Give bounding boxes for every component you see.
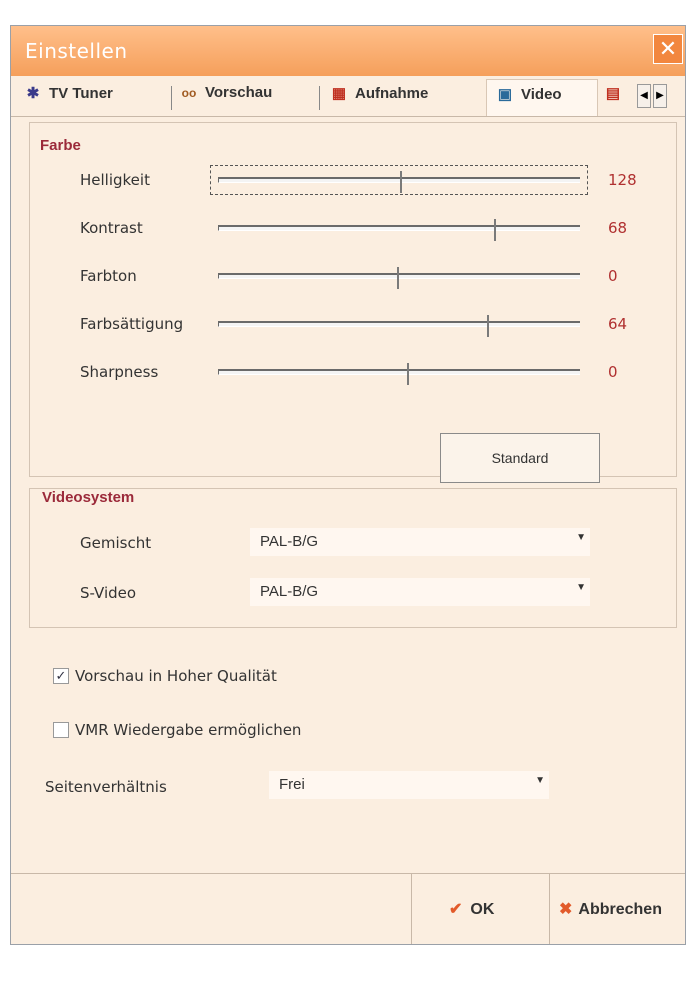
tab-more[interactable]: ▤ — [603, 84, 629, 112]
tab-bar: ✱ TV Tuner oo Vorschau ▦ Aufnahme ▣ Video ▤ … — [11, 76, 685, 117]
tab-tv-tuner[interactable]: ✱ TV Tuner — [23, 84, 113, 112]
cancel-button[interactable]: ✖ Abbrechen — [559, 899, 662, 919]
film-icon: ▦ — [331, 85, 347, 102]
svideo-value: PAL-B/G — [260, 583, 319, 600]
svideo-select[interactable]: PAL-B/G ▼ — [250, 578, 590, 606]
title-bar[interactable]: Einstellen ✕ — [11, 26, 685, 76]
footer-separator — [411, 874, 412, 944]
slider-label-sharpness: Sharpness — [80, 363, 159, 381]
hue-slider[interactable] — [218, 267, 580, 289]
slider-label-saturation: Farbsättigung — [80, 315, 184, 333]
sharpness-slider[interactable] — [218, 363, 580, 385]
chevron-right-icon: ▶ — [656, 90, 664, 101]
close-icon: ✖ — [559, 901, 573, 918]
slider-thumb[interactable] — [407, 363, 415, 385]
slider-value-contrast: 68 — [608, 219, 628, 237]
slider-value-hue: 0 — [608, 267, 618, 285]
ok-button[interactable]: ✔ OK — [449, 899, 494, 919]
slider-thumb[interactable] — [400, 171, 408, 193]
mixed-video-select[interactable]: PAL-B/G ▼ — [250, 528, 590, 556]
slider-thumb[interactable] — [493, 219, 502, 241]
slider-thumb[interactable] — [396, 267, 405, 289]
saturation-slider[interactable] — [218, 315, 580, 337]
tab-overflow-icon: ▤ — [605, 85, 621, 102]
tab-aufnahme[interactable]: ▦ Aufnahme — [329, 84, 428, 112]
tab-vorschau[interactable]: oo Vorschau — [179, 84, 273, 112]
preview-hq-label: Vorschau in Hoher Qualität — [75, 667, 277, 685]
chevron-down-icon: ▼ — [576, 582, 586, 593]
tab-video[interactable]: ▣ Video — [486, 79, 598, 116]
aspect-ratio-label: Seitenverhältnis — [45, 778, 167, 796]
window-title: Einstellen — [25, 39, 128, 63]
video-group-title: Videosystem — [42, 489, 135, 506]
svideo-label: S-Video — [80, 584, 137, 602]
standard-button[interactable]: Standard — [440, 433, 600, 483]
checkmark-icon: ✓ — [55, 668, 67, 683]
contrast-slider[interactable] — [218, 219, 580, 241]
settings-dialog: Einstellen ✕ ✱ TV Tuner oo Vorschau ▦ Aufna… — [10, 25, 686, 945]
close-icon: ✕ — [658, 36, 678, 61]
brightness-slider[interactable] — [218, 171, 580, 193]
checkmark-icon: ✔ — [449, 901, 463, 918]
close-button[interactable]: ✕ — [653, 34, 683, 64]
preview-hq-checkbox[interactable]: ✓ — [53, 668, 69, 684]
dialog-footer: ✔ OK ✖ Abbrechen — [11, 873, 685, 944]
video-system-group: Videosystem Gemischt PAL-B/G ▼ S-Video P… — [29, 488, 677, 628]
mixed-label: Gemischt — [80, 534, 152, 552]
slider-value-brightness: 128 — [608, 171, 637, 189]
slider-label-hue: Farbton — [80, 267, 137, 285]
satellite-icon: ✱ — [26, 85, 40, 102]
monitor-icon: ▣ — [497, 86, 513, 103]
aspect-ratio-select[interactable]: Frei ▼ — [269, 771, 549, 799]
glasses-icon: oo — [181, 86, 197, 100]
footer-separator — [549, 874, 550, 944]
tab-separator — [171, 86, 172, 110]
vmr-checkbox[interactable] — [53, 722, 69, 738]
tab-scroll-right-button[interactable]: ▶ — [653, 84, 667, 108]
chevron-down-icon: ▼ — [535, 775, 545, 786]
color-group: Farbe Helligkeit 128 Kontrast 68 Farbton… — [29, 122, 677, 483]
aspect-ratio-value: Frei — [279, 776, 305, 793]
vmr-label: VMR Wiedergabe ermöglichen — [75, 721, 302, 739]
color-group-title: Farbe — [40, 137, 81, 154]
slider-label-brightness: Helligkeit — [80, 171, 150, 189]
slider-value-sharpness: 0 — [608, 363, 618, 381]
tab-separator — [319, 86, 320, 110]
slider-thumb[interactable] — [486, 315, 495, 337]
tab-scroll-left-button[interactable]: ◀ — [637, 84, 651, 108]
slider-label-contrast: Kontrast — [80, 219, 143, 237]
chevron-down-icon: ▼ — [576, 532, 586, 543]
slider-value-saturation: 64 — [608, 315, 628, 333]
chevron-left-icon: ◀ — [640, 90, 648, 101]
mixed-video-value: PAL-B/G — [260, 533, 319, 550]
